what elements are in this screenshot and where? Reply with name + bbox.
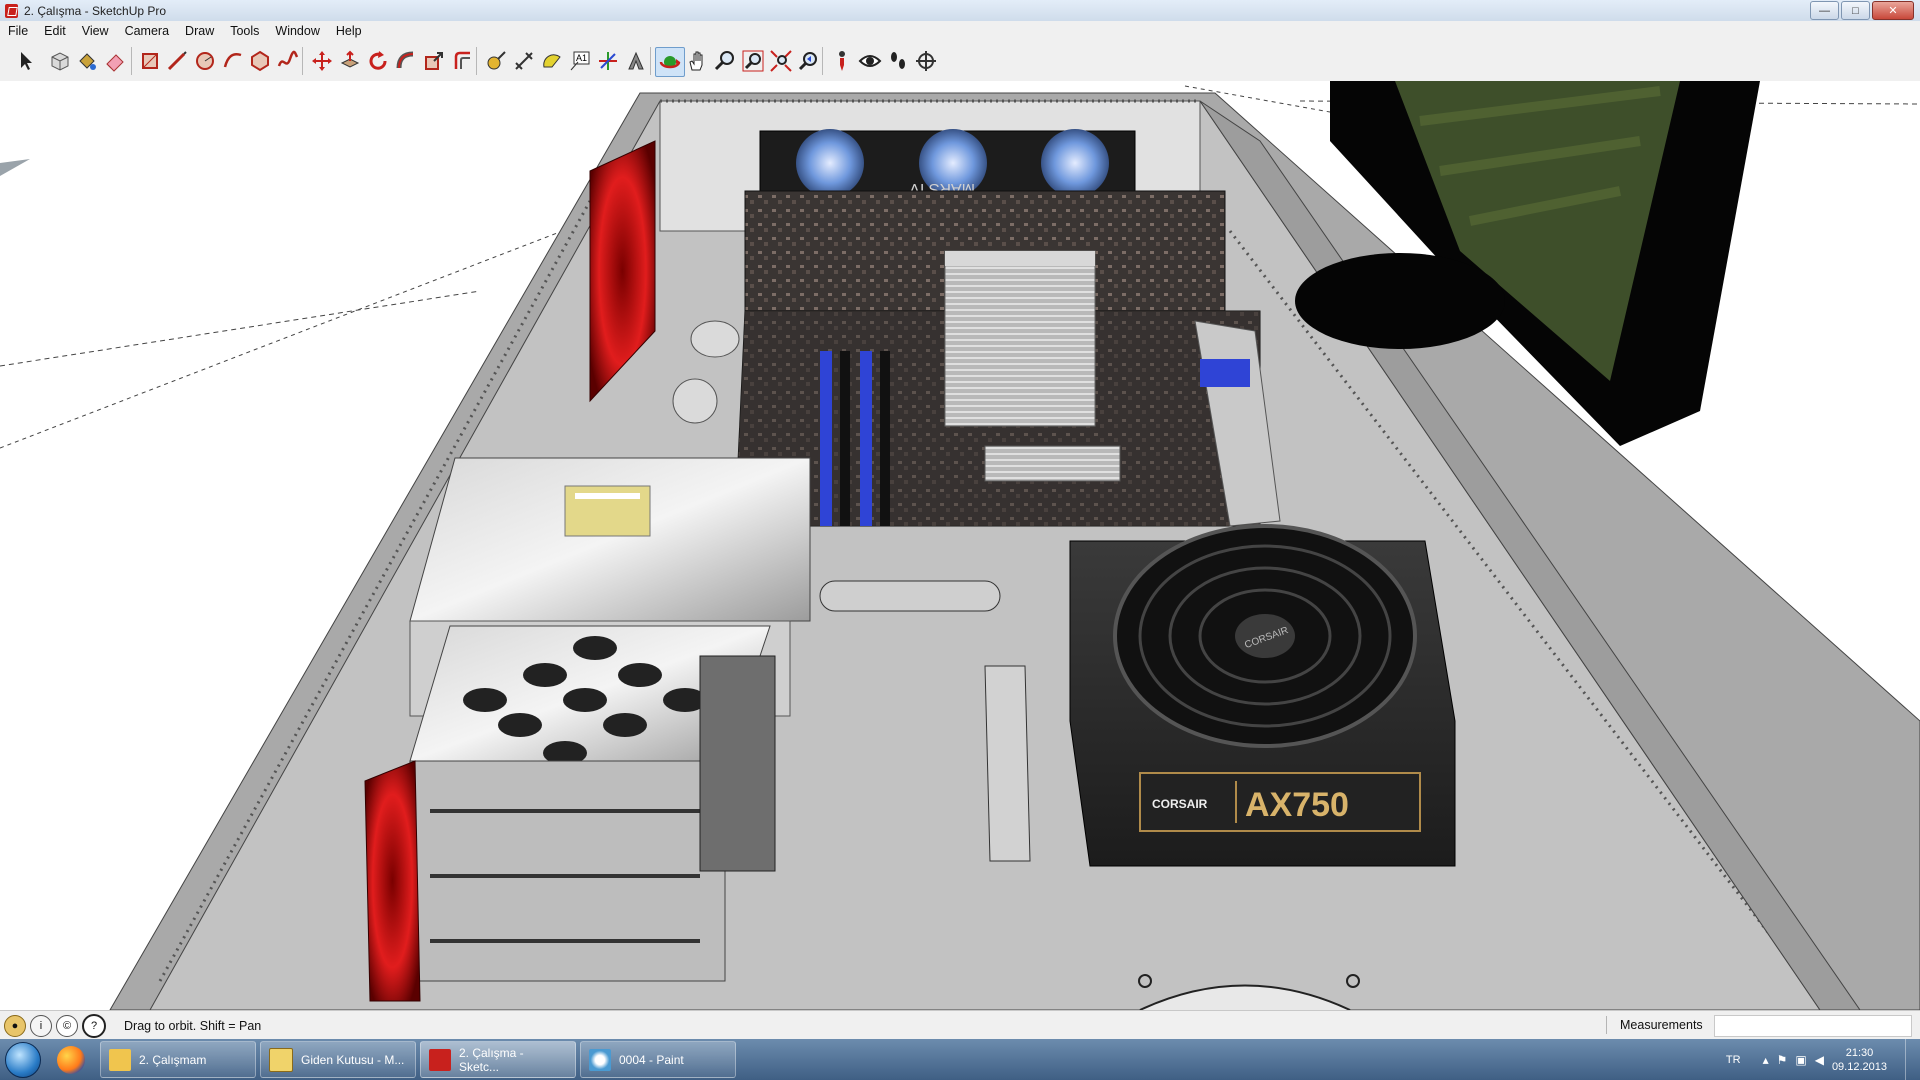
- previous-view-icon[interactable]: [795, 47, 823, 75]
- taskbar-item-paint[interactable]: 0004 - Paint: [580, 1041, 736, 1078]
- scale-icon[interactable]: [420, 47, 448, 75]
- orbit-icon[interactable]: [655, 47, 685, 77]
- arc-icon[interactable]: [219, 47, 247, 75]
- paint-icon: [589, 1048, 611, 1071]
- geolocation-icon[interactable]: ●: [4, 1014, 26, 1037]
- status-divider: [1606, 1016, 1607, 1034]
- menu-camera[interactable]: Camera: [117, 24, 177, 38]
- menu-edit[interactable]: Edit: [36, 24, 74, 38]
- push-pull-icon[interactable]: [336, 47, 364, 75]
- language-indicator[interactable]: TR: [1726, 1054, 1741, 1066]
- toolbar-separator: [650, 47, 651, 75]
- clock-date: 09.12.2013: [1831, 1060, 1887, 1073]
- maximize-button[interactable]: □: [1841, 1, 1870, 20]
- menu-draw[interactable]: Draw: [177, 24, 222, 38]
- line-icon[interactable]: [163, 47, 191, 75]
- system-tray: TR ▴ ⚑ ▣ ◀ 21:30 09.12.2013: [1726, 1039, 1920, 1080]
- measurements-input[interactable]: [1714, 1015, 1912, 1037]
- status-bar: ● i © ? Drag to orbit. Shift = Pan Measu…: [0, 1010, 1920, 1040]
- eraser-icon[interactable]: [101, 47, 129, 75]
- taskbar-item-folder[interactable]: 2. Çalışmam: [100, 1041, 256, 1078]
- title-bar: 2. Çalışma - SketchUp Pro — □ ✕: [0, 0, 1920, 21]
- show-desktop-button[interactable]: [1905, 1039, 1920, 1080]
- credits-icon[interactable]: i: [30, 1014, 52, 1037]
- volume-icon[interactable]: ◀: [1815, 1053, 1824, 1067]
- menu-window[interactable]: Window: [267, 24, 327, 38]
- firefox-pinned-icon[interactable]: [46, 1041, 96, 1078]
- text-icon[interactable]: A1: [566, 47, 594, 75]
- toolbar-separator: [302, 47, 303, 75]
- tape-measure-icon[interactable]: [482, 47, 510, 75]
- menu-view[interactable]: View: [74, 24, 117, 38]
- dimension-icon[interactable]: [510, 47, 538, 75]
- toolbar-separator: [822, 47, 823, 75]
- look-around-icon[interactable]: [856, 47, 884, 75]
- position-camera-icon[interactable]: [828, 47, 856, 75]
- zoom-window-icon[interactable]: [739, 47, 767, 75]
- outlook-icon: [269, 1047, 293, 1072]
- window-title: 2. Çalışma - SketchUp Pro: [24, 3, 167, 18]
- flag-icon[interactable]: ⚑: [1777, 1053, 1788, 1067]
- menu-bar: File Edit View Camera Draw Tools Window …: [0, 21, 1920, 41]
- psu-brand-text: CORSAIR: [1152, 797, 1208, 811]
- taskbar-item-outlook[interactable]: Giden Kutusu - M...: [260, 1041, 416, 1078]
- menu-help[interactable]: Help: [328, 24, 370, 38]
- signin-icon[interactable]: ©: [56, 1014, 78, 1037]
- polygon-icon[interactable]: [246, 47, 274, 75]
- menu-file[interactable]: File: [0, 24, 36, 38]
- walk-icon[interactable]: [884, 47, 912, 75]
- protractor-icon[interactable]: [538, 47, 566, 75]
- taskbar-item-sketchup[interactable]: 2. Çalışma - Sketc...: [420, 1041, 576, 1078]
- minimize-button[interactable]: —: [1810, 1, 1839, 20]
- toolbar-separator: [476, 47, 477, 75]
- svg-text:A1: A1: [576, 53, 587, 63]
- make-component-icon[interactable]: [46, 47, 74, 75]
- clock[interactable]: 21:30 09.12.2013: [1832, 1046, 1887, 1074]
- circle-icon[interactable]: [191, 47, 219, 75]
- pan-icon[interactable]: [683, 47, 711, 75]
- windows-taskbar: 2. Çalışmam Giden Kutusu - M... 2. Çalış…: [0, 1039, 1920, 1080]
- network-icon[interactable]: ▣: [1795, 1053, 1806, 1067]
- rotate-icon[interactable]: [364, 47, 392, 75]
- drawing-viewport[interactable]: MARS IV CORSAIR CORSAIR AX750: [0, 81, 1920, 1010]
- select-icon[interactable]: [12, 47, 40, 75]
- clock-time: 21:30: [1845, 1046, 1874, 1059]
- pc-case-model: MARS IV CORSAIR CORSAIR AX750: [0, 81, 1920, 1010]
- status-hint: Drag to orbit. Shift = Pan: [124, 1018, 262, 1033]
- menu-tools[interactable]: Tools: [222, 24, 267, 38]
- folder-icon: [109, 1048, 131, 1071]
- toolbar-separator: [131, 47, 132, 75]
- axes-icon[interactable]: [594, 47, 622, 75]
- sketchup-app-icon: [5, 3, 18, 18]
- section-plane-icon[interactable]: [912, 47, 940, 75]
- zoom-icon[interactable]: [711, 47, 739, 75]
- large-tool-set-toolbar: A1: [0, 41, 1920, 82]
- follow-me-icon[interactable]: [392, 47, 420, 75]
- windows-logo-icon: [5, 1041, 41, 1078]
- start-button[interactable]: [0, 1039, 46, 1080]
- help-icon[interactable]: ?: [82, 1013, 106, 1038]
- 3d-text-icon[interactable]: [622, 47, 650, 75]
- move-icon[interactable]: [308, 47, 336, 75]
- psu-model-text: AX750: [1245, 786, 1349, 824]
- window-controls: — □ ✕: [1810, 1, 1914, 20]
- rectangle-icon[interactable]: [136, 47, 164, 75]
- measurements-label: Measurements: [1620, 1018, 1703, 1032]
- paint-bucket-icon[interactable]: [73, 47, 101, 75]
- sketchup-icon: [429, 1048, 451, 1071]
- offset-icon[interactable]: [448, 47, 476, 75]
- close-button[interactable]: ✕: [1872, 1, 1914, 20]
- zoom-extents-icon[interactable]: [767, 47, 795, 75]
- freehand-icon[interactable]: [274, 47, 302, 75]
- show-hidden-icons-icon[interactable]: ▴: [1763, 1053, 1769, 1067]
